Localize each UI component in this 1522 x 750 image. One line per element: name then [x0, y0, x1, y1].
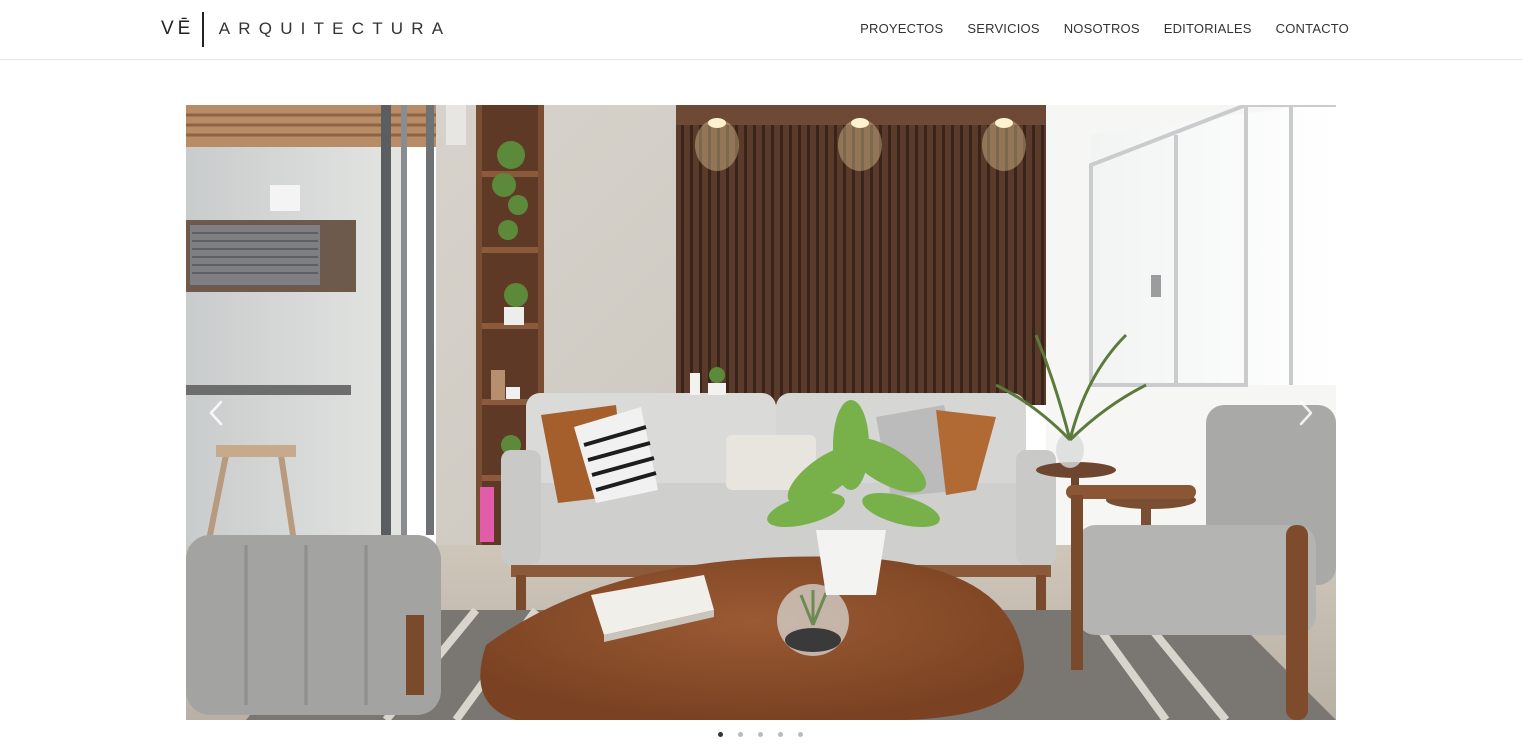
main-nav: PROYECTOS SERVICIOS NOSOTROS EDITORIALES…: [836, 21, 1349, 37]
slider-dot-5[interactable]: [798, 732, 803, 737]
logo-mark: VĒ: [161, 18, 195, 39]
slider-prev-button[interactable]: [204, 395, 228, 431]
logo-wordmark: ARQUITECTURA: [218, 19, 452, 38]
slider-pagination: [718, 732, 803, 737]
slider-next-button[interactable]: [1294, 395, 1318, 431]
logo-divider: [202, 11, 204, 47]
slide-image: [186, 105, 1336, 720]
site-header: VĒ ARQUITECTURA PROYECTOS SERVICIOS NOSO…: [0, 0, 1522, 60]
slider-dot-2[interactable]: [738, 732, 743, 737]
nav-item-nosotros[interactable]: NOSOTROS: [1064, 21, 1140, 37]
site-logo[interactable]: VĒ ARQUITECTURA: [161, 11, 451, 47]
slider-dot-3[interactable]: [758, 732, 763, 737]
nav-item-contacto[interactable]: CONTACTO: [1276, 21, 1349, 37]
slider-dot-4[interactable]: [778, 732, 783, 737]
nav-item-servicios[interactable]: SERVICIOS: [967, 21, 1039, 37]
nav-item-editoriales[interactable]: EDITORIALES: [1164, 21, 1252, 37]
nav-item-proyectos[interactable]: PROYECTOS: [860, 21, 943, 37]
chevron-right-icon: [1299, 400, 1313, 426]
hero-slider: [186, 105, 1336, 720]
slider-dot-1[interactable]: [718, 732, 723, 737]
chevron-left-icon: [209, 400, 223, 426]
